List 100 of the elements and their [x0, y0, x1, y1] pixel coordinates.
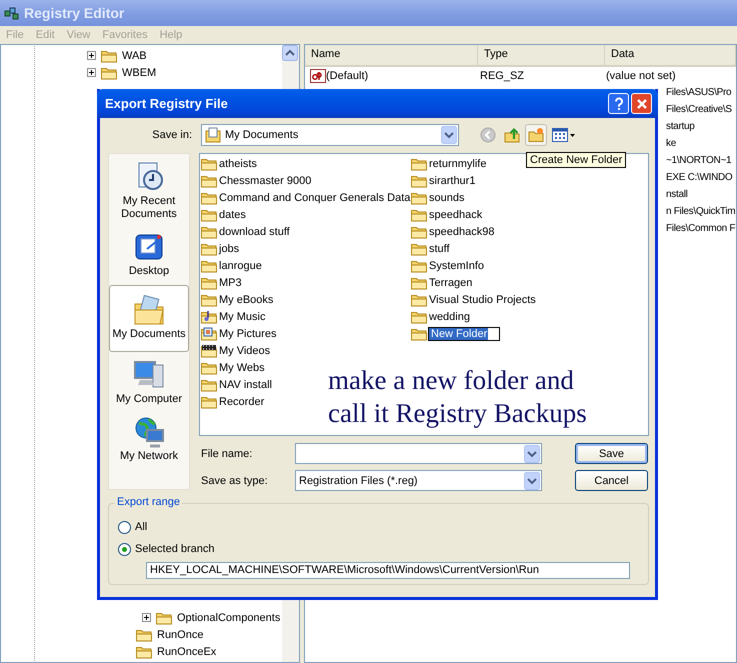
documents-folder-icon: [133, 294, 165, 326]
tree-item[interactable]: RunOnceEx: [154, 646, 216, 658]
folder-item[interactable]: Recorder: [218, 396, 266, 408]
new-folder-button[interactable]: [525, 124, 547, 146]
pictures-folder-icon: [201, 326, 217, 340]
save-as-type-label: Save as type:: [200, 474, 269, 486]
folder-item[interactable]: My Pictures: [218, 328, 278, 340]
save-as-type-dropdown[interactable]: Registration Files (*.reg): [295, 470, 542, 491]
save-in-label: Save in:: [151, 129, 192, 141]
value-data: Files\Creative\S: [666, 104, 732, 115]
folder-item[interactable]: SystemInfo: [428, 260, 486, 272]
folder-item[interactable]: speedhack: [428, 208, 484, 220]
folder-item[interactable]: My Music: [218, 310, 266, 322]
folder-icon: [201, 174, 217, 188]
folder-icon: [101, 66, 117, 80]
views-grid-icon: [552, 127, 576, 143]
rename-field[interactable]: New Folder: [428, 326, 500, 340]
close-icon: [636, 98, 648, 110]
branch-path-field[interactable]: HKEY_LOCAL_MACHINE\SOFTWARE\Microsoft\Windows\CurrentVersion\Run: [146, 562, 630, 579]
radio-label[interactable]: All: [135, 521, 148, 533]
value-name: (Default): [326, 70, 368, 82]
folder-item[interactable]: My eBooks: [218, 294, 274, 306]
string-value-icon: [310, 68, 326, 82]
folder-icon: [136, 644, 152, 658]
value-data: Files\Common F: [666, 223, 736, 234]
folder-icon: [156, 610, 172, 624]
folder-item[interactable]: sirarthur1: [428, 174, 476, 186]
folder-item[interactable]: sounds: [428, 192, 466, 204]
folder-item[interactable]: Command and Conquer Generals Data: [218, 192, 412, 204]
folder-item[interactable]: Chessmaster 9000: [218, 174, 312, 186]
dialog-button[interactable]: Cancel: [575, 470, 648, 491]
dialog-title: Export Registry File: [105, 96, 229, 111]
places-item[interactable]: My Recent Documents: [109, 158, 189, 224]
value-data: EXE C:\WINDO: [666, 172, 732, 183]
radio-button[interactable]: [118, 542, 131, 556]
group-title: Export range: [115, 496, 182, 508]
window-title: Registry Editor: [24, 5, 124, 21]
column-header[interactable]: Name: [305, 45, 478, 65]
value-data: Files\ASUS\Pro: [666, 87, 732, 98]
folder-item[interactable]: atheists: [218, 158, 258, 170]
folder-icon: [411, 174, 427, 188]
annotation-line: make a new folder and: [328, 364, 575, 397]
tree-item[interactable]: WBEM: [119, 66, 156, 78]
folder-item[interactable]: dates: [218, 208, 247, 220]
column-header[interactable]: Type: [478, 45, 605, 65]
folder-item[interactable]: Terragen: [428, 276, 474, 288]
folder-item[interactable]: speedhack98: [428, 226, 496, 238]
places-item[interactable]: My Documents: [109, 285, 189, 352]
folder-item[interactable]: My Webs: [218, 362, 266, 374]
value-data: nstall: [666, 189, 688, 200]
save-in-dropdown[interactable]: My Documents: [201, 124, 459, 146]
folder-icon: [136, 628, 152, 642]
folder-icon: [411, 190, 427, 204]
folder-icon: [411, 242, 427, 256]
folder-icon: [411, 276, 427, 290]
network-globe-icon: [133, 416, 165, 448]
folder-item[interactable]: Visual Studio Projects: [428, 294, 537, 306]
dialog-button[interactable]: Save: [575, 443, 648, 464]
folder-item[interactable]: returnmylife: [428, 158, 488, 170]
up-arrow-folder-icon: [504, 127, 520, 143]
folder-icon: [201, 360, 217, 374]
folder-item[interactable]: MP3: [218, 276, 243, 288]
registry-cubes-icon: [4, 5, 20, 21]
value-data: startup: [666, 121, 694, 132]
help-button[interactable]: [608, 93, 629, 114]
value-data: n Files\QuickTim: [666, 206, 736, 217]
folder-item[interactable]: NAV install: [218, 378, 273, 390]
places-item[interactable]: My Computer: [109, 356, 189, 409]
value-type: REG_SZ: [479, 70, 526, 82]
question-mark-icon: [614, 96, 624, 110]
radio-label[interactable]: Selected branch: [135, 543, 214, 555]
folder-item[interactable]: wedding: [428, 310, 471, 322]
folder-icon: [411, 258, 427, 272]
folder-icon: [411, 292, 427, 306]
places-item[interactable]: My Network: [109, 413, 189, 466]
value-data: (value not set): [605, 70, 677, 82]
tree-item[interactable]: OptionalComponents: [174, 612, 280, 624]
tree-item[interactable]: WAB: [119, 50, 147, 62]
folder-item[interactable]: jobs: [218, 242, 240, 254]
folder-icon: [201, 242, 217, 256]
folder-icon: [201, 292, 217, 306]
folder-item[interactable]: lanrogue: [218, 260, 263, 272]
radio-button[interactable]: [118, 520, 131, 534]
documents-folder-icon: [205, 127, 221, 143]
annotation-line: call it Registry Backups: [328, 397, 587, 430]
folder-item[interactable]: download stuff: [218, 226, 291, 238]
folder-icon: [201, 224, 217, 238]
folder-item[interactable]: stuff: [428, 242, 451, 254]
tree-item[interactable]: RunOnce: [154, 628, 204, 640]
close-button[interactable]: [631, 93, 652, 114]
places-item[interactable]: Desktop: [109, 228, 189, 281]
tooltip: Create New Folder: [526, 152, 626, 168]
folder-icon: [411, 310, 427, 324]
file-name-dropdown[interactable]: [295, 443, 542, 464]
folder-icon: [411, 156, 427, 170]
folder-icon: [201, 394, 217, 408]
value-data: ke: [666, 138, 676, 149]
folder-item[interactable]: My Videos: [218, 344, 272, 356]
column-header[interactable]: Data: [605, 45, 736, 65]
folder-icon: [201, 208, 217, 222]
